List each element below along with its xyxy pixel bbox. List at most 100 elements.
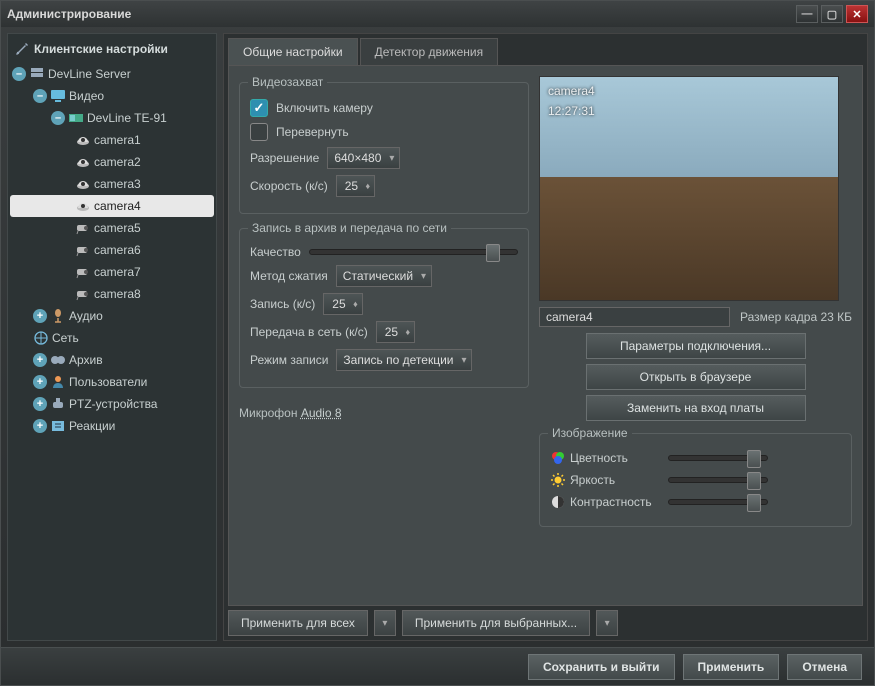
tree-users[interactable]: Пользователи (10, 371, 214, 393)
expand-icon[interactable] (33, 309, 47, 323)
mode-label: Режим записи (250, 353, 328, 367)
titlebar[interactable]: Администрирование — ▢ ✕ (1, 1, 874, 27)
camera-label: camera6 (94, 243, 141, 257)
collapse-icon[interactable] (51, 111, 65, 125)
expand-icon[interactable] (33, 353, 47, 367)
color-slider[interactable] (668, 455, 768, 461)
maximize-button[interactable]: ▢ (821, 5, 843, 23)
apply-button[interactable]: Применить (683, 654, 780, 680)
bright-label: Яркость (570, 473, 615, 487)
film-icon (50, 352, 66, 368)
tree-server[interactable]: DevLine Server (10, 63, 214, 85)
speed-label: Скорость (к/с) (250, 179, 328, 193)
quality-label: Качество (250, 245, 301, 259)
apply-all-button[interactable]: Применить для всех (228, 610, 368, 636)
camera-name-input[interactable] (539, 307, 730, 327)
tree-ptz[interactable]: PTZ-устройства (10, 393, 214, 415)
expand-icon[interactable] (33, 419, 47, 433)
camera-label: camera3 (94, 177, 141, 191)
camera-icon (75, 154, 91, 170)
capture-card-icon (68, 110, 84, 126)
camera-icon (75, 176, 91, 192)
save-exit-button[interactable]: Сохранить и выйти (528, 654, 675, 680)
contrast-icon (550, 494, 566, 510)
preview-camera-name: camera4 (548, 81, 595, 101)
minimize-button[interactable]: — (796, 5, 818, 23)
tree-reactions[interactable]: Реакции (10, 415, 214, 437)
camera-icon (75, 264, 91, 280)
color-icon (550, 450, 566, 466)
frame-size-label: Размер кадра 23 КБ (740, 310, 852, 324)
tree-camera-camera7[interactable]: camera7 (10, 261, 214, 283)
expand-icon[interactable] (33, 397, 47, 411)
microphone-link[interactable]: Audio 8 (301, 406, 342, 420)
close-button[interactable]: ✕ (846, 5, 868, 23)
compress-select[interactable]: Статический (336, 265, 432, 287)
tree-camera-camera3[interactable]: camera3 (10, 173, 214, 195)
tree-camera-camera8[interactable]: camera8 (10, 283, 214, 305)
admin-window: Администрирование — ▢ ✕ Клиентские настр… (0, 0, 875, 686)
bright-slider[interactable] (668, 477, 768, 483)
tree-video[interactable]: Видео (10, 85, 214, 107)
quality-slider[interactable] (309, 249, 518, 255)
image-group: Изображение Цветность Яркость Контрастно… (539, 433, 852, 527)
sidebar: Клиентские настройки DevLine Server Виде… (7, 33, 217, 641)
contrast-slider[interactable] (668, 499, 768, 505)
mode-select[interactable]: Запись по детекции (336, 349, 472, 371)
tree-archive[interactable]: Архив (10, 349, 214, 371)
microphone-icon (50, 308, 66, 324)
enable-camera-checkbox[interactable] (250, 99, 268, 117)
flip-label: Перевернуть (276, 125, 349, 139)
net-fps-label: Передача в сеть (к/с) (250, 325, 368, 339)
contrast-label: Контрастность (570, 495, 652, 509)
tab-motion[interactable]: Детектор движения (360, 38, 498, 65)
cancel-button[interactable]: Отмена (787, 654, 862, 680)
camera-label: camera1 (94, 133, 141, 147)
net-fps-spin[interactable]: 25 (376, 321, 415, 343)
camera-label: camera2 (94, 155, 141, 169)
microphone-row: Микрофон Audio 8 (239, 406, 529, 420)
collapse-icon[interactable] (12, 67, 26, 81)
tree-device[interactable]: DevLine TE-91 (10, 107, 214, 129)
tree-audio[interactable]: Аудио (10, 305, 214, 327)
tab-general[interactable]: Общие настройки (228, 38, 358, 65)
capture-group: Видеозахват Включить камеру Перевернуть … (239, 82, 529, 214)
window-title: Администрирование (7, 7, 796, 21)
user-icon (50, 374, 66, 390)
globe-icon (33, 330, 49, 346)
rec-fps-label: Запись (к/с) (250, 297, 315, 311)
speed-spin[interactable]: 25 (336, 175, 375, 197)
replace-input-button[interactable]: Заменить на вход платы (586, 395, 806, 421)
tree-network[interactable]: Сеть (10, 327, 214, 349)
open-browser-button[interactable]: Открыть в браузере (586, 364, 806, 390)
camera-label: camera4 (94, 199, 141, 213)
tree-camera-camera1[interactable]: camera1 (10, 129, 214, 151)
rec-fps-spin[interactable]: 25 (323, 293, 362, 315)
capture-group-title: Видеозахват (248, 75, 327, 89)
image-group-title: Изображение (548, 426, 632, 440)
connection-params-button[interactable]: Параметры подключения... (586, 333, 806, 359)
tree-camera-camera4[interactable]: camera4 (10, 195, 214, 217)
ptz-icon (50, 396, 66, 412)
camera-preview[interactable]: camera4 12:27:31 (539, 76, 839, 301)
camera-label: camera8 (94, 287, 141, 301)
enable-camera-label: Включить камеру (276, 101, 373, 115)
camera-icon (75, 132, 91, 148)
compress-label: Метод сжатия (250, 269, 328, 283)
monitor-icon (50, 88, 66, 104)
camera-icon (75, 242, 91, 258)
apply-all-dropdown[interactable] (374, 610, 396, 636)
tree-camera-camera2[interactable]: camera2 (10, 151, 214, 173)
apply-selected-button[interactable]: Применить для выбранных... (402, 610, 590, 636)
resolution-select[interactable]: 640×480 (327, 147, 400, 169)
camera-icon (75, 220, 91, 236)
server-icon (29, 66, 45, 82)
collapse-icon[interactable] (33, 89, 47, 103)
flip-checkbox[interactable] (250, 123, 268, 141)
sidebar-title[interactable]: Клиентские настройки (10, 38, 214, 63)
expand-icon[interactable] (33, 375, 47, 389)
apply-selected-dropdown[interactable] (596, 610, 618, 636)
camera-icon (75, 198, 91, 214)
tree-camera-camera6[interactable]: camera6 (10, 239, 214, 261)
tree-camera-camera5[interactable]: camera5 (10, 217, 214, 239)
